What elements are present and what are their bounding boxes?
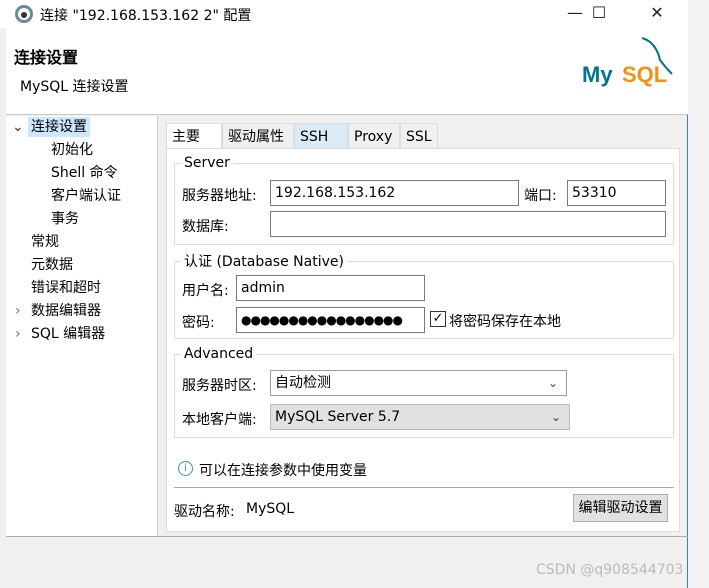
auth-legend: 认证 (Database Native) <box>184 254 344 270</box>
tree-item-sql-editor[interactable]: SQL 编辑器 <box>31 324 105 344</box>
port-input[interactable]: 53310 <box>567 180 666 206</box>
info-text: 可以在连接参数中使用变量 <box>199 463 367 479</box>
driver-name-value: MySQL <box>246 501 295 517</box>
tree-item-transaction[interactable]: 事务 <box>51 209 79 229</box>
password-label: 密码: <box>182 315 215 331</box>
tree-item-data-editor[interactable]: 数据编辑器 <box>31 301 101 321</box>
tree-item-errors[interactable]: 错误和超时 <box>31 278 101 298</box>
tab-driver-properties[interactable]: 驱动属性 <box>222 123 294 149</box>
tab-ssl[interactable]: SSL <box>400 123 438 149</box>
settings-tree: ⌄ 连接设置 初始化 Shell 命令 客户端认证 事务 常规 元数据 错误和超… <box>6 116 158 536</box>
svg-text:My: My <box>582 62 613 87</box>
timezone-select[interactable]: 自动检测 ⌄ <box>270 370 567 396</box>
username-label: 用户名: <box>182 283 229 299</box>
password-input[interactable]: ●●●●●●●●●●●●●●●●● <box>236 307 425 333</box>
save-password-label: 将密码保存在本地 <box>449 314 561 330</box>
watermark: CSDN @q908544703 <box>536 562 684 578</box>
local-client-label: 本地客户端: <box>182 412 257 428</box>
chevron-down-icon: ⌄ <box>547 376 558 390</box>
page-subtitle: MySQL 连接设置 <box>20 79 129 95</box>
username-input[interactable]: admin <box>236 275 425 301</box>
driver-name-label: 驱动名称: <box>174 504 235 520</box>
database-label: 数据库: <box>182 219 229 235</box>
timezone-value: 自动检测 <box>275 375 331 391</box>
dialog-window: 连接 "192.168.153.162 2" 配置 — ☐ ✕ 连接设置 MyS… <box>0 0 688 588</box>
server-legend: Server <box>184 155 230 171</box>
chevron-right-icon[interactable]: › <box>15 301 21 321</box>
tab-main[interactable]: 主要 <box>166 123 222 150</box>
footer-divider <box>6 536 688 537</box>
tree-item-shell[interactable]: Shell 命令 <box>51 163 118 183</box>
advanced-legend: Advanced <box>184 346 254 362</box>
tree-item-client-auth[interactable]: 客户端认证 <box>51 186 121 206</box>
port-label: 端口: <box>524 188 557 204</box>
local-client-value: MySQL Server 5.7 <box>275 409 401 425</box>
database-input[interactable] <box>270 211 666 237</box>
host-label: 服务器地址: <box>182 188 257 204</box>
tree-item-metadata[interactable]: 元数据 <box>31 255 73 275</box>
window-title: 连接 "192.168.153.162 2" 配置 <box>40 8 252 24</box>
edit-driver-button[interactable]: 编辑驱动设置 <box>573 494 668 522</box>
tab-proxy[interactable]: Proxy <box>348 123 400 149</box>
tab-ssh[interactable]: SSH <box>294 123 348 149</box>
info-icon: i <box>178 461 193 476</box>
app-icon <box>15 5 33 23</box>
svg-text:SQL: SQL <box>622 62 667 87</box>
timezone-label: 服务器时区: <box>182 378 257 394</box>
tree-item-connection[interactable]: 连接设置 <box>28 117 90 137</box>
save-password-checkbox[interactable]: ✓ <box>430 311 446 327</box>
title-bar: 连接 "192.168.153.162 2" 配置 — ☐ ✕ <box>0 0 688 28</box>
divider <box>174 487 674 488</box>
chevron-down-icon[interactable]: ⌄ <box>12 117 24 137</box>
chevron-down-icon: ⌄ <box>550 410 561 424</box>
tree-item-init[interactable]: 初始化 <box>51 140 93 160</box>
local-client-select[interactable]: MySQL Server 5.7 ⌄ <box>270 404 570 430</box>
chevron-right-icon[interactable]: › <box>15 324 21 344</box>
page-title: 连接设置 <box>14 48 79 67</box>
main-panel: Server 服务器地址: 192.168.153.162 端口: 53310 … <box>166 148 680 532</box>
mysql-logo: My SQL <box>582 37 673 87</box>
close-button[interactable]: ✕ <box>634 0 680 28</box>
maximize-button[interactable]: ☐ <box>576 0 622 28</box>
host-input[interactable]: 192.168.153.162 <box>270 180 519 206</box>
page-header: 连接设置 MySQL 连接设置 My SQL <box>6 28 688 115</box>
tree-item-general[interactable]: 常规 <box>31 232 59 252</box>
background-app <box>688 0 709 588</box>
